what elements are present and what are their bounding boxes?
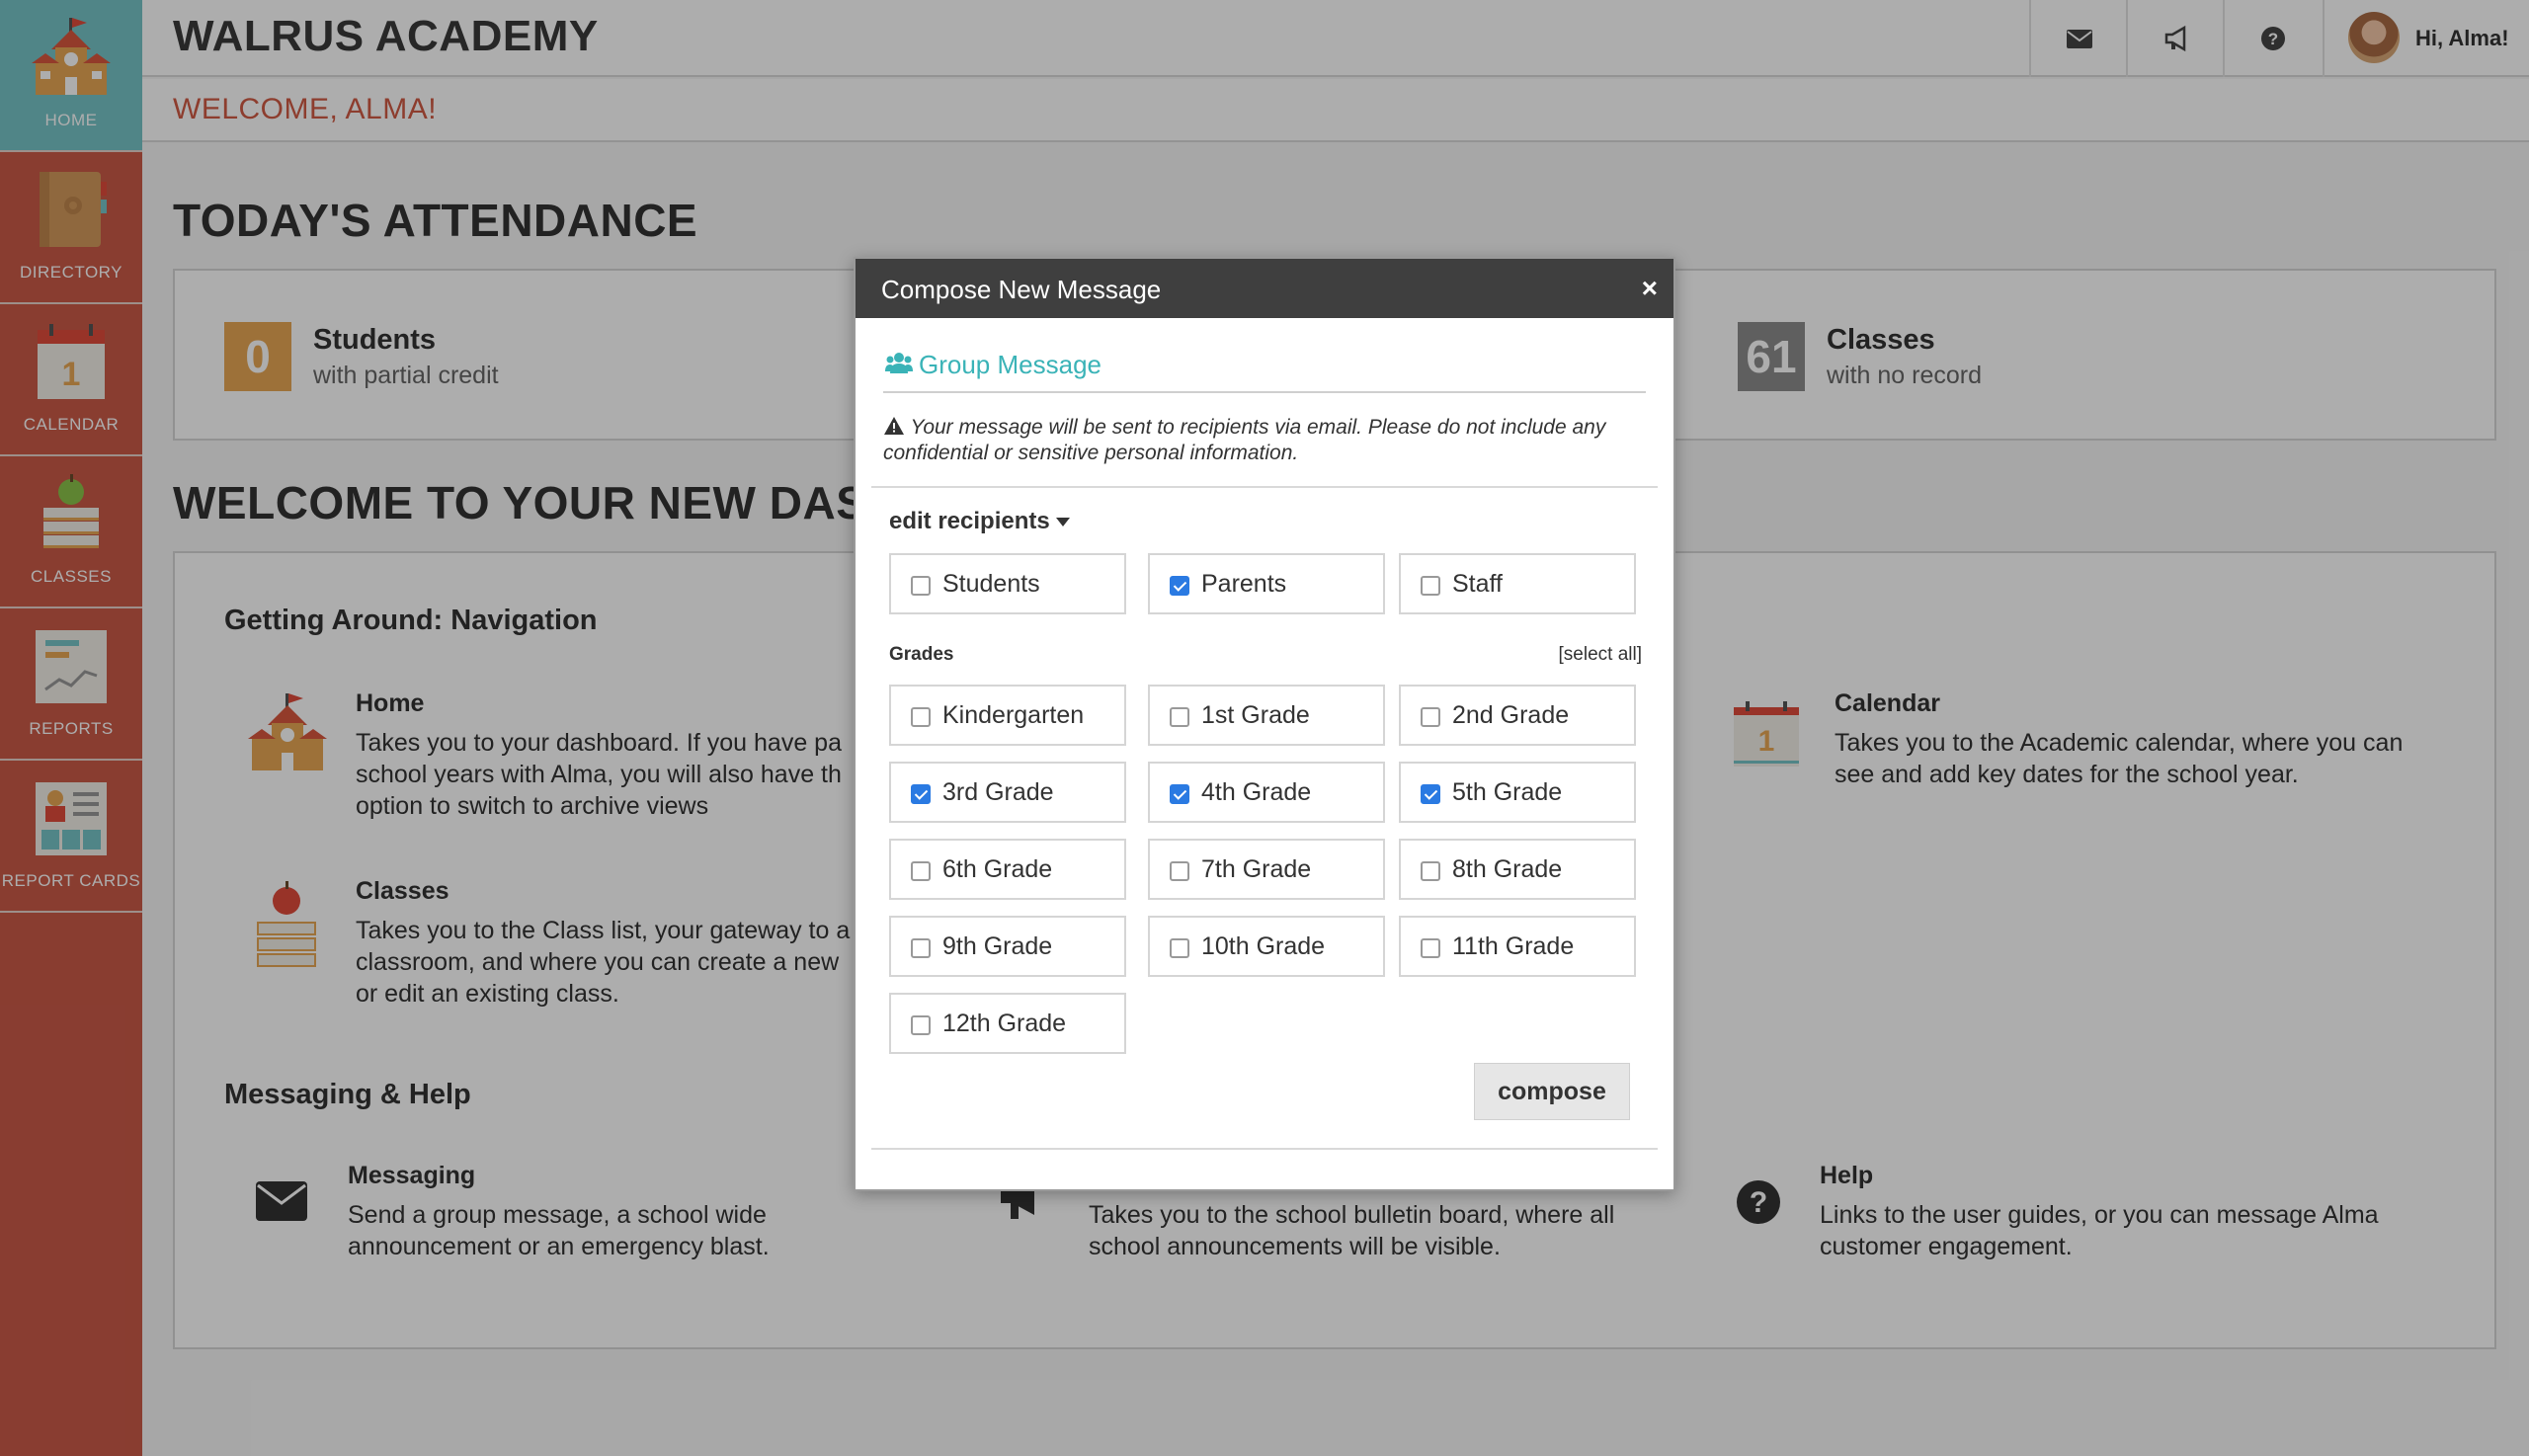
checkbox-unchecked-icon[interactable] — [911, 1015, 931, 1035]
group-message-label: Group Message — [919, 350, 1101, 379]
checkbox-label: 2nd Grade — [1452, 701, 1570, 729]
modal-title: Compose New Message — [881, 275, 1162, 304]
close-icon[interactable]: × — [1642, 275, 1658, 302]
warning-icon — [884, 417, 904, 435]
grade-checkbox-10th-grade[interactable]: 10th Grade — [1148, 916, 1385, 977]
checkbox-label: 12th Grade — [942, 1010, 1067, 1037]
checkbox-label: Kindergarten — [942, 701, 1085, 729]
checkbox-label: 3rd Grade — [942, 778, 1054, 806]
checkbox-unchecked-icon[interactable] — [911, 707, 931, 727]
edit-recipients-toggle[interactable]: edit recipients — [889, 508, 1070, 535]
warning-text: Your message will be sent to recipients … — [883, 416, 1606, 464]
grade-checkbox-11th-grade[interactable]: 11th Grade — [1399, 916, 1636, 977]
divider — [883, 391, 1646, 393]
checkbox-checked-icon[interactable] — [1170, 576, 1189, 596]
grade-checkbox-1st-grade[interactable]: 1st Grade — [1148, 685, 1385, 746]
grade-checkbox-kindergarten[interactable]: Kindergarten — [889, 685, 1126, 746]
checkbox-checked-icon[interactable] — [1170, 784, 1189, 804]
checkbox-unchecked-icon[interactable] — [911, 576, 931, 596]
caret-down-icon — [1055, 518, 1070, 527]
checkbox-unchecked-icon[interactable] — [1170, 707, 1189, 727]
grade-checkbox-2nd-grade[interactable]: 2nd Grade — [1399, 685, 1636, 746]
divider — [871, 1148, 1658, 1150]
grade-checkbox-5th-grade[interactable]: 5th Grade — [1399, 762, 1636, 823]
compose-button[interactable]: compose — [1474, 1063, 1630, 1120]
edit-recipients-label: edit recipients — [889, 508, 1050, 534]
checkbox-label: Parents — [1201, 570, 1287, 598]
checkbox-label: 1st Grade — [1201, 701, 1310, 729]
select-all-link[interactable]: [select all] — [1559, 644, 1642, 666]
grade-checkbox-3rd-grade[interactable]: 3rd Grade — [889, 762, 1126, 823]
checkbox-unchecked-icon[interactable] — [1170, 861, 1189, 881]
checkbox-unchecked-icon[interactable] — [1421, 861, 1440, 881]
checkbox-label: 6th Grade — [942, 855, 1053, 883]
checkbox-label: 7th Grade — [1201, 855, 1312, 883]
modal-header: Compose New Message × — [856, 259, 1673, 318]
grade-checkbox-4th-grade[interactable]: 4th Grade — [1148, 762, 1385, 823]
checkbox-unchecked-icon[interactable] — [911, 938, 931, 958]
checkbox-label: 9th Grade — [942, 932, 1053, 960]
checkbox-checked-icon[interactable] — [1421, 784, 1440, 804]
grade-checkbox-8th-grade[interactable]: 8th Grade — [1399, 839, 1636, 900]
grade-checkbox-7th-grade[interactable]: 7th Grade — [1148, 839, 1385, 900]
checkbox-label: 4th Grade — [1201, 778, 1312, 806]
checkbox-label: Students — [942, 570, 1040, 598]
recipient-checkbox-parents[interactable]: Parents — [1148, 553, 1385, 614]
recipient-checkbox-students[interactable]: Students — [889, 553, 1126, 614]
users-icon — [885, 353, 913, 373]
checkbox-unchecked-icon[interactable] — [1170, 938, 1189, 958]
checkbox-unchecked-icon[interactable] — [911, 861, 931, 881]
checkbox-label: 8th Grade — [1452, 855, 1563, 883]
checkbox-unchecked-icon[interactable] — [1421, 707, 1440, 727]
compose-message-modal: Compose New Message × Group Message Your… — [854, 257, 1675, 1191]
checkbox-label: Staff — [1452, 570, 1503, 598]
recipient-checkbox-staff[interactable]: Staff — [1399, 553, 1636, 614]
grades-label: Grades — [889, 644, 954, 665]
checkbox-label: 5th Grade — [1452, 778, 1563, 806]
grade-checkbox-6th-grade[interactable]: 6th Grade — [889, 839, 1126, 900]
checkbox-label: 11th Grade — [1452, 932, 1575, 960]
grade-checkbox-9th-grade[interactable]: 9th Grade — [889, 916, 1126, 977]
checkbox-unchecked-icon[interactable] — [1421, 938, 1440, 958]
checkbox-unchecked-icon[interactable] — [1421, 576, 1440, 596]
checkbox-checked-icon[interactable] — [911, 784, 931, 804]
grade-checkbox-12th-grade[interactable]: 12th Grade — [889, 993, 1126, 1054]
divider — [871, 486, 1658, 488]
email-warning: Your message will be sent to recipients … — [883, 415, 1644, 466]
checkbox-label: 10th Grade — [1201, 932, 1326, 960]
